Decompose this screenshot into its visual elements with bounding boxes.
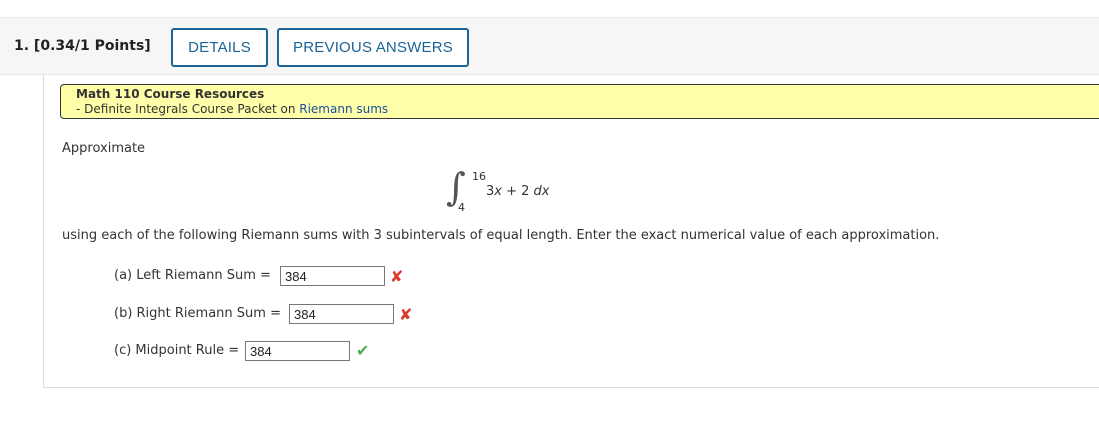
integrand: 3x + 2 dx [486, 184, 550, 199]
resources-line-prefix: - Definite Integrals Course Packet on [76, 102, 300, 116]
midpoint-rule-input[interactable] [245, 341, 350, 361]
x-mark-icon: ✘ [390, 267, 404, 286]
question-header: 1. [0.34/1 Points] DETAILS PREVIOUS ANSW… [0, 17, 1099, 75]
x-mark-icon: ✘ [399, 305, 413, 324]
question-instruction: using each of the following Riemann sums… [62, 228, 939, 243]
instruction-prefix: using each of the following Riemann sums… [62, 228, 374, 243]
subinterval-count: 3 [373, 228, 382, 243]
question-intro: Approximate [62, 141, 146, 156]
integral-upper-bound: 16 [472, 170, 486, 183]
resources-title: Math 110 Course Resources [76, 87, 265, 101]
question-title: 1. [0.34/1 Points] [14, 38, 151, 54]
left-riemann-input[interactable] [280, 266, 385, 286]
integral-lower-bound: 4 [458, 201, 465, 214]
integrand-var: x [494, 184, 502, 199]
right-riemann-input[interactable] [289, 304, 394, 324]
integrand-differential: dx [533, 184, 550, 199]
details-button[interactable]: DETAILS [171, 28, 268, 67]
resources-line: - Definite Integrals Course Packet on Ri… [76, 102, 388, 116]
question-page: 1. [0.34/1 Points] DETAILS PREVIOUS ANSW… [0, 0, 1099, 434]
instruction-suffix: subintervals of equal length. Enter the … [381, 228, 940, 243]
integrand-rest: + 2 [501, 184, 534, 199]
check-mark-icon: ✔ [356, 341, 370, 360]
midpoint-rule-label: (c) Midpoint Rule = [114, 343, 240, 358]
previous-answers-button[interactable]: PREVIOUS ANSWERS [277, 28, 469, 67]
course-resources-box: Math 110 Course Resources - Definite Int… [60, 84, 1099, 119]
riemann-sums-link[interactable]: Riemann sums [299, 102, 388, 116]
right-riemann-label: (b) Right Riemann Sum = [114, 306, 281, 321]
left-riemann-label: (a) Left Riemann Sum = [114, 268, 271, 283]
